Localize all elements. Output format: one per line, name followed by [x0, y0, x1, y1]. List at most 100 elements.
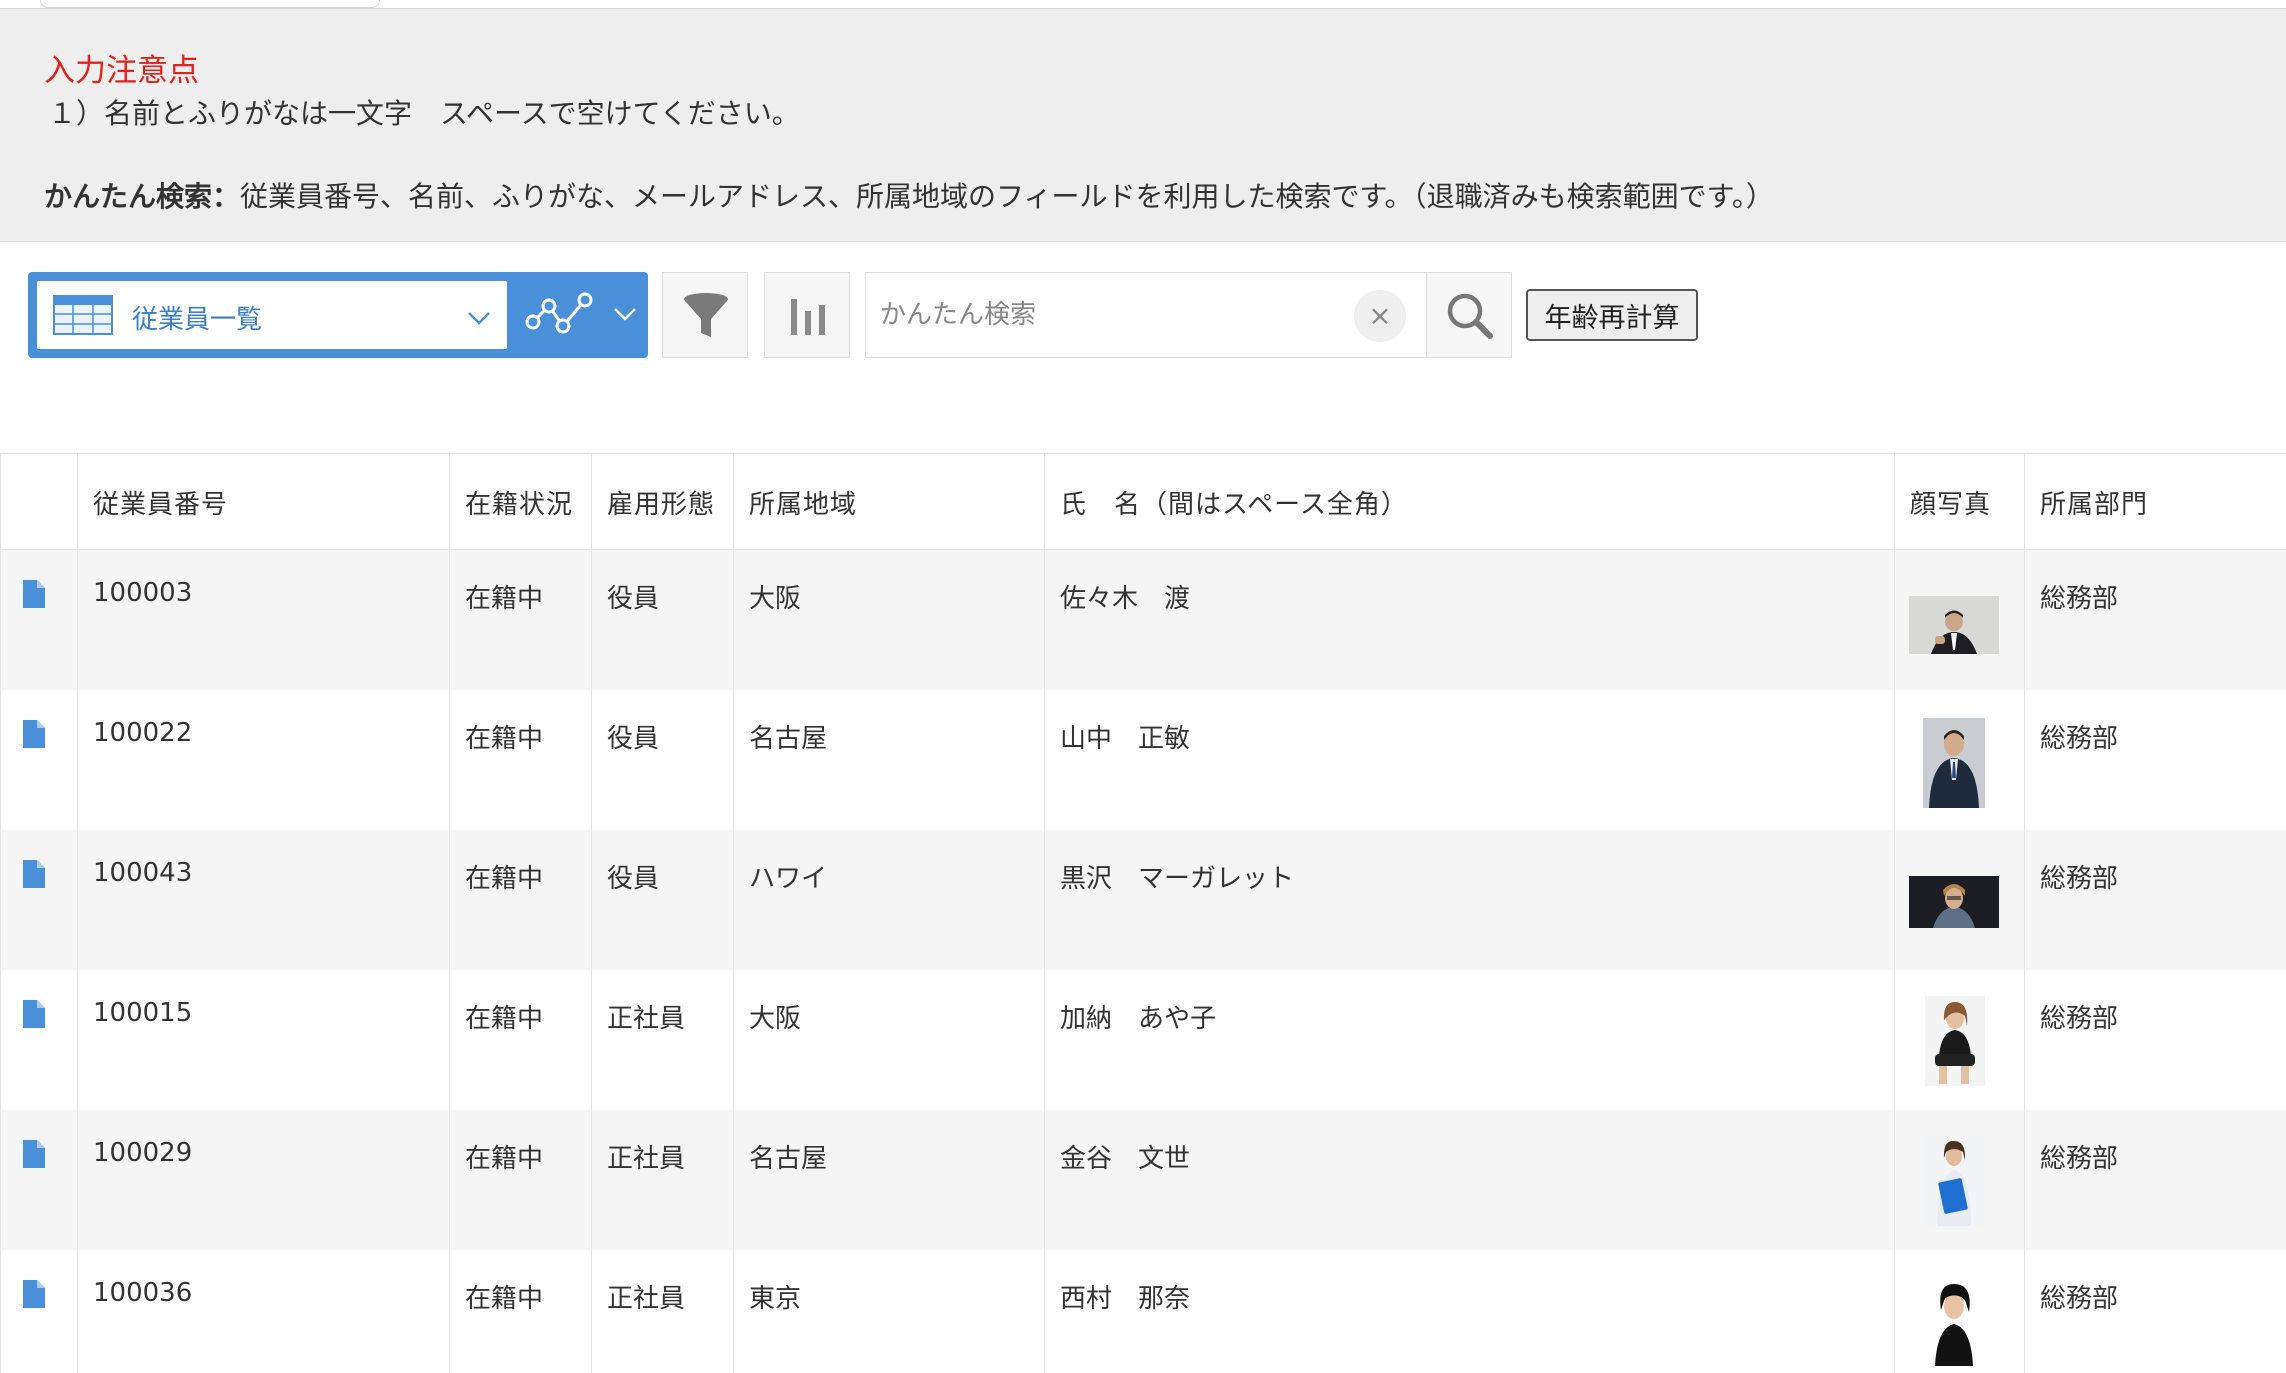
- notice-line-2-label: かんたん検索：: [44, 180, 241, 213]
- cell-region: ハワイ: [733, 829, 1045, 970]
- detail-cell[interactable]: [0, 689, 78, 830]
- filter-icon: [684, 293, 728, 337]
- notice-panel: 入力注意点 １）名前とふりがなは一文字 スペースで空けてください。 かんたん検索…: [0, 9, 2286, 242]
- cell-photo: [1894, 969, 2025, 1110]
- view-selector: 従業員一覧: [28, 272, 648, 358]
- top-tab-strip: [0, 0, 2286, 9]
- chart-button[interactable]: [764, 272, 850, 358]
- graph-icon[interactable]: [523, 288, 599, 340]
- cell-employee-id: 100022: [77, 689, 450, 830]
- tab-edge: [40, 0, 380, 8]
- notice-title: 入力注意点: [44, 53, 199, 89]
- search-input[interactable]: [880, 293, 1340, 337]
- cell-photo: [1894, 689, 2025, 830]
- cell-employment-type: 正社員: [591, 1109, 734, 1250]
- clear-search-button[interactable]: ×: [1354, 290, 1406, 342]
- header-employment-type[interactable]: 雇用形態: [591, 453, 734, 550]
- header-name[interactable]: 氏 名（間はスペース全角）: [1044, 453, 1895, 550]
- cell-department: 総務部: [2024, 1249, 2286, 1373]
- records-table: 従業員番号 在籍状況 雇用形態 所属地域 氏 名（間はスペース全角） 顔写真 所…: [0, 453, 2286, 1373]
- detail-cell[interactable]: [0, 1249, 78, 1373]
- photo-thumbnail[interactable]: [1923, 717, 1985, 808]
- cell-department: 総務部: [2024, 689, 2286, 830]
- cell-employment-type: 正社員: [591, 1249, 734, 1373]
- cell-photo: [1894, 549, 2025, 690]
- cell-name: 金谷 文世: [1044, 1109, 1895, 1250]
- table-row: 100003 在籍中 役員 大阪 佐々木 渡 総務部: [0, 549, 2286, 690]
- header-region[interactable]: 所属地域: [733, 453, 1045, 550]
- table-row: 100036 在籍中 正社員 東京 西村 那奈 総務部: [0, 1249, 2286, 1373]
- table-row: 100029 在籍中 正社員 名古屋 金谷 文世 総務部: [0, 1109, 2286, 1250]
- document-icon[interactable]: [23, 859, 45, 888]
- graph-chevron-down-icon[interactable]: [612, 300, 638, 326]
- photo-thumbnail[interactable]: [1925, 1135, 1983, 1226]
- search-box: ×: [865, 272, 1427, 358]
- cell-status: 在籍中: [449, 969, 592, 1110]
- cell-status: 在籍中: [449, 689, 592, 830]
- detail-cell[interactable]: [0, 829, 78, 970]
- document-icon[interactable]: [23, 1139, 45, 1168]
- cell-name: 黒沢 マーガレット: [1044, 829, 1895, 970]
- search-button[interactable]: [1426, 272, 1512, 358]
- cell-photo: [1894, 829, 2025, 970]
- detail-cell[interactable]: [0, 1109, 78, 1250]
- filter-button[interactable]: [662, 272, 748, 358]
- cell-department: 総務部: [2024, 549, 2286, 690]
- cell-employee-id: 100015: [77, 969, 450, 1110]
- document-icon[interactable]: [23, 580, 45, 608]
- cell-employee-id: 100003: [77, 549, 450, 690]
- cell-photo: [1894, 1249, 2025, 1373]
- table-row: 100022 在籍中 役員 名古屋 山中 正敏 総務部: [0, 689, 2286, 830]
- detail-cell[interactable]: [0, 969, 78, 1110]
- cell-employment-type: 役員: [591, 689, 734, 830]
- view-name: 従業員一覧: [132, 305, 263, 335]
- photo-thumbnail[interactable]: [1909, 875, 1999, 928]
- cell-department: 総務部: [2024, 829, 2286, 970]
- view-dropdown[interactable]: 従業員一覧: [37, 281, 507, 349]
- cell-employment-type: 役員: [591, 549, 734, 690]
- header-status[interactable]: 在籍状況: [449, 453, 592, 550]
- cell-region: 大阪: [733, 969, 1045, 1110]
- document-icon[interactable]: [23, 719, 45, 748]
- cell-employee-id: 100043: [77, 829, 450, 970]
- cell-employment-type: 役員: [591, 829, 734, 970]
- age-recalc-button[interactable]: 年齢再計算: [1526, 289, 1698, 341]
- header-photo[interactable]: 顔写真: [1894, 453, 2025, 550]
- cell-region: 名古屋: [733, 689, 1045, 830]
- search-icon: [1447, 293, 1493, 339]
- cell-name: 山中 正敏: [1044, 689, 1895, 830]
- cell-employment-type: 正社員: [591, 969, 734, 1110]
- cell-employee-id: 100036: [77, 1249, 450, 1373]
- cell-region: 東京: [733, 1249, 1045, 1373]
- cell-status: 在籍中: [449, 1109, 592, 1250]
- notice-line-2-text: 従業員番号、名前、ふりがな、メールアドレス、所属地域のフィールドを利用した検索で…: [240, 180, 1774, 213]
- chevron-down-icon: [468, 312, 490, 325]
- cell-name: 佐々木 渡: [1044, 549, 1895, 690]
- notice-line-2: かんたん検索：従業員番号、名前、ふりがな、メールアドレス、所属地域のフィールドを…: [44, 175, 1774, 215]
- header-employee-id[interactable]: 従業員番号: [77, 453, 450, 550]
- cell-department: 総務部: [2024, 969, 2286, 1110]
- cell-status: 在籍中: [449, 1249, 592, 1373]
- cell-photo: [1894, 1109, 2025, 1250]
- cell-status: 在籍中: [449, 829, 592, 970]
- table-header-row: 従業員番号 在籍状況 雇用形態 所属地域 氏 名（間はスペース全角） 顔写真 所…: [0, 453, 2286, 550]
- cell-region: 名古屋: [733, 1109, 1045, 1250]
- cell-name: 西村 那奈: [1044, 1249, 1895, 1373]
- cell-employee-id: 100029: [77, 1109, 450, 1250]
- header-detail: [0, 453, 78, 550]
- cell-status: 在籍中: [449, 549, 592, 690]
- table-icon: [53, 295, 113, 335]
- photo-thumbnail[interactable]: [1925, 995, 1985, 1086]
- cell-department: 総務部: [2024, 1109, 2286, 1250]
- bar-chart-icon: [791, 299, 825, 335]
- photo-thumbnail[interactable]: [1909, 596, 1999, 654]
- header-department[interactable]: 所属部門: [2024, 453, 2286, 550]
- cell-region: 大阪: [733, 549, 1045, 690]
- document-icon[interactable]: [23, 999, 45, 1028]
- cell-name: 加納 あや子: [1044, 969, 1895, 1110]
- document-icon[interactable]: [23, 1279, 45, 1308]
- notice-line-1: １）名前とふりがなは一文字 スペースで空けてください。: [48, 97, 800, 130]
- photo-thumbnail[interactable]: [1925, 1275, 1983, 1366]
- detail-cell[interactable]: [0, 549, 78, 690]
- table-row: 100015 在籍中 正社員 大阪 加納 あや子 総務部: [0, 969, 2286, 1110]
